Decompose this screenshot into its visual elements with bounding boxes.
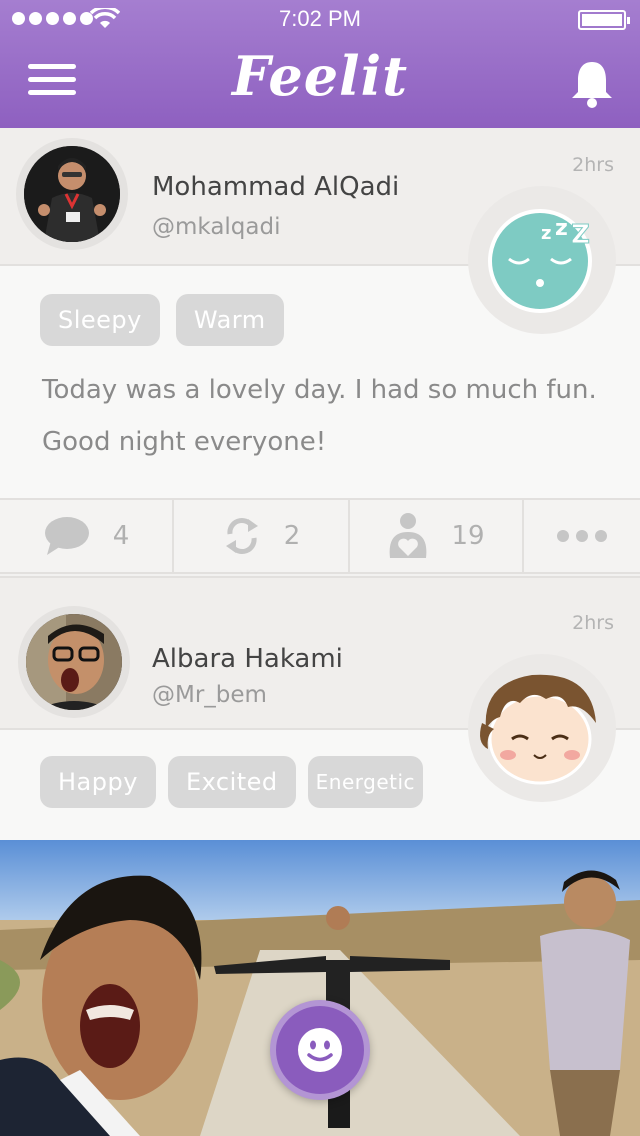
- mood-tags: Sleepy Warm: [40, 294, 284, 346]
- feel-button[interactable]: 19: [350, 500, 524, 572]
- avatar[interactable]: [18, 606, 130, 718]
- app-logo: Feelit: [231, 44, 409, 108]
- mood-tags: Happy Excited Energetic: [40, 756, 424, 808]
- svg-text:Z: Z: [571, 220, 590, 250]
- battery-icon: [578, 10, 630, 30]
- feel-count: 19: [451, 521, 485, 551]
- person-heart-icon: [390, 513, 427, 558]
- repost-count: 2: [283, 521, 301, 551]
- comment-count: 4: [112, 521, 130, 551]
- app-header: 7:02 PM Feelit: [0, 0, 640, 128]
- post-time: 2hrs: [572, 612, 614, 634]
- post-author-name[interactable]: Albara Hakami: [152, 644, 343, 674]
- post-author-handle[interactable]: @Mr_bem: [152, 682, 267, 708]
- user-photo-icon: [26, 614, 122, 710]
- more-dots-icon: [557, 530, 607, 542]
- post-actions: 4 2 19: [0, 498, 640, 574]
- status-bar: 7:02 PM: [0, 0, 640, 40]
- comment-button[interactable]: 4: [0, 500, 174, 572]
- repost-arrows-icon: [225, 518, 258, 554]
- repost-button[interactable]: 2: [174, 500, 350, 572]
- post-author-handle[interactable]: @mkalqadi: [152, 214, 281, 240]
- svg-text:z: z: [541, 223, 551, 244]
- post-time: 2hrs: [572, 154, 614, 176]
- sleepy-face-icon: z z Z: [488, 209, 592, 313]
- svg-text:z: z: [555, 216, 568, 241]
- post-author-name[interactable]: Mohammad AlQadi: [152, 172, 399, 202]
- comment-bubble-icon: [44, 517, 89, 555]
- smiley-face-icon: [298, 1028, 342, 1072]
- avatar[interactable]: [16, 138, 128, 250]
- mood-indicator[interactable]: z z Z: [468, 186, 616, 334]
- happy-chibi-face-icon: [480, 674, 596, 785]
- mood-indicator[interactable]: [468, 654, 616, 802]
- tag-energetic[interactable]: Energetic: [307, 756, 424, 808]
- status-time: 7:02 PM: [279, 6, 361, 31]
- tag-happy[interactable]: Happy: [40, 756, 156, 808]
- user-photo-icon: [24, 146, 120, 242]
- tag-warm[interactable]: Warm: [175, 294, 284, 346]
- tag-sleepy[interactable]: Sleepy: [40, 294, 160, 346]
- tag-excited[interactable]: Excited: [167, 756, 296, 808]
- more-options-button[interactable]: [524, 500, 640, 572]
- post-text: Today was a lovely day. I had so much fu…: [42, 375, 597, 457]
- compose-mood-button[interactable]: [270, 1000, 370, 1100]
- notifications-bell-icon[interactable]: [570, 60, 614, 108]
